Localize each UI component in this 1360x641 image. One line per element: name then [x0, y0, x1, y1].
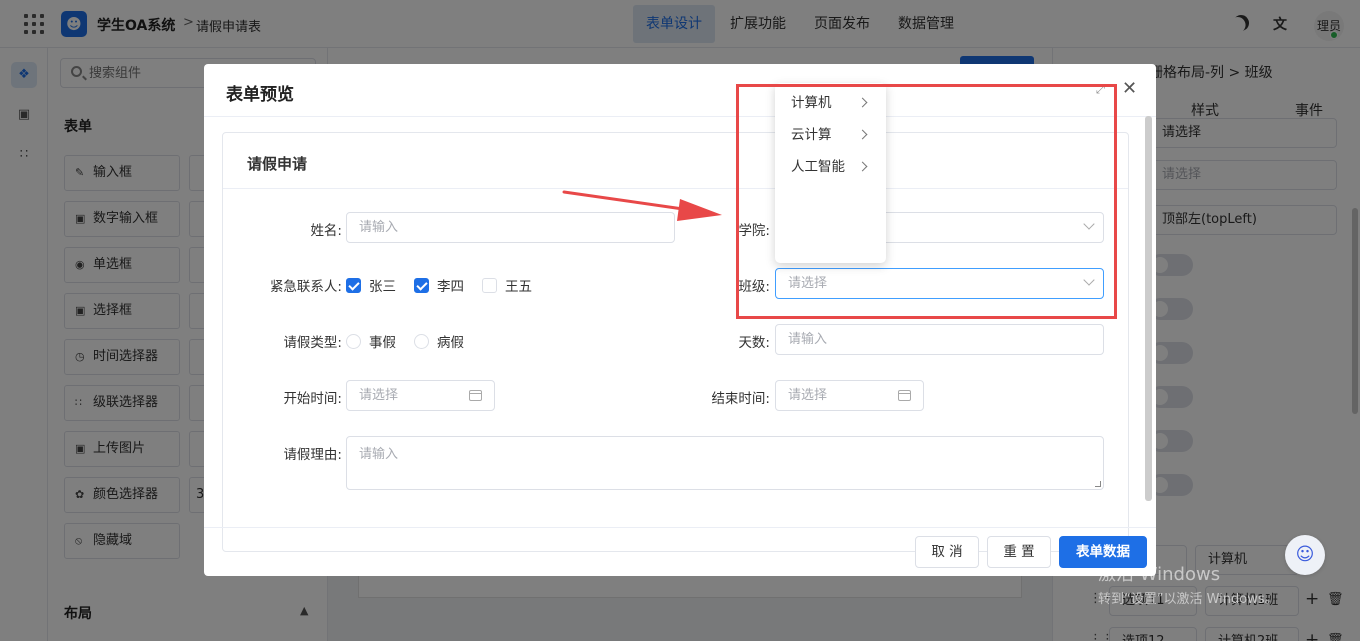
- contact-checkbox-2[interactable]: 李四: [414, 275, 464, 295]
- radio-unchecked: [414, 333, 429, 349]
- windows-watermark-subtitle: 转到“设置”以激活 Windows。: [1098, 592, 1278, 607]
- annotation-highlight-box: [736, 84, 1117, 319]
- reason-label: 请假理由:: [283, 447, 342, 463]
- modal-scrollbar[interactable]: [1145, 116, 1152, 501]
- name-label: 姓名:: [310, 223, 342, 239]
- card-title: 请假申请: [247, 155, 308, 173]
- leave-type-radio-1[interactable]: 事假: [346, 331, 396, 351]
- days-label: 天数:: [738, 335, 770, 351]
- end-time-label: 结束时间:: [711, 391, 770, 407]
- leave-type-radio-2[interactable]: 病假: [414, 331, 464, 351]
- reset-button[interactable]: 重 置: [987, 536, 1051, 568]
- radio-unchecked: [346, 333, 361, 349]
- end-date-picker[interactable]: 请选择: [775, 380, 924, 411]
- form-data-button[interactable]: 表单数据: [1059, 536, 1147, 568]
- leave-type-label: 请假类型:: [283, 335, 342, 351]
- modal-title: 表单预览: [226, 85, 294, 105]
- contact-label: 紧急联系人:: [269, 279, 342, 295]
- checkbox-checked: [414, 277, 429, 293]
- modal-footer-divider: [204, 527, 1156, 528]
- calendar-icon: [469, 390, 482, 401]
- resize-handle-icon[interactable]: [1095, 481, 1101, 487]
- reason-textarea[interactable]: 请输入: [346, 436, 1104, 490]
- close-icon[interactable]: ✕: [1122, 78, 1137, 99]
- contact-checkbox-1[interactable]: 张三: [346, 275, 396, 295]
- start-time-label: 开始时间:: [283, 391, 342, 407]
- annotation-arrow-icon: [562, 190, 722, 221]
- chat-bot-icon[interactable]: ☺: [1285, 535, 1325, 575]
- checkbox-checked: [346, 277, 361, 293]
- cancel-button[interactable]: 取 消: [915, 536, 979, 568]
- calendar-icon: [898, 390, 911, 401]
- checkbox-unchecked: [482, 277, 497, 293]
- start-date-picker[interactable]: 请选择: [346, 380, 495, 411]
- contact-checkbox-3[interactable]: 王五: [482, 275, 532, 295]
- days-input[interactable]: 请输入: [775, 324, 1104, 355]
